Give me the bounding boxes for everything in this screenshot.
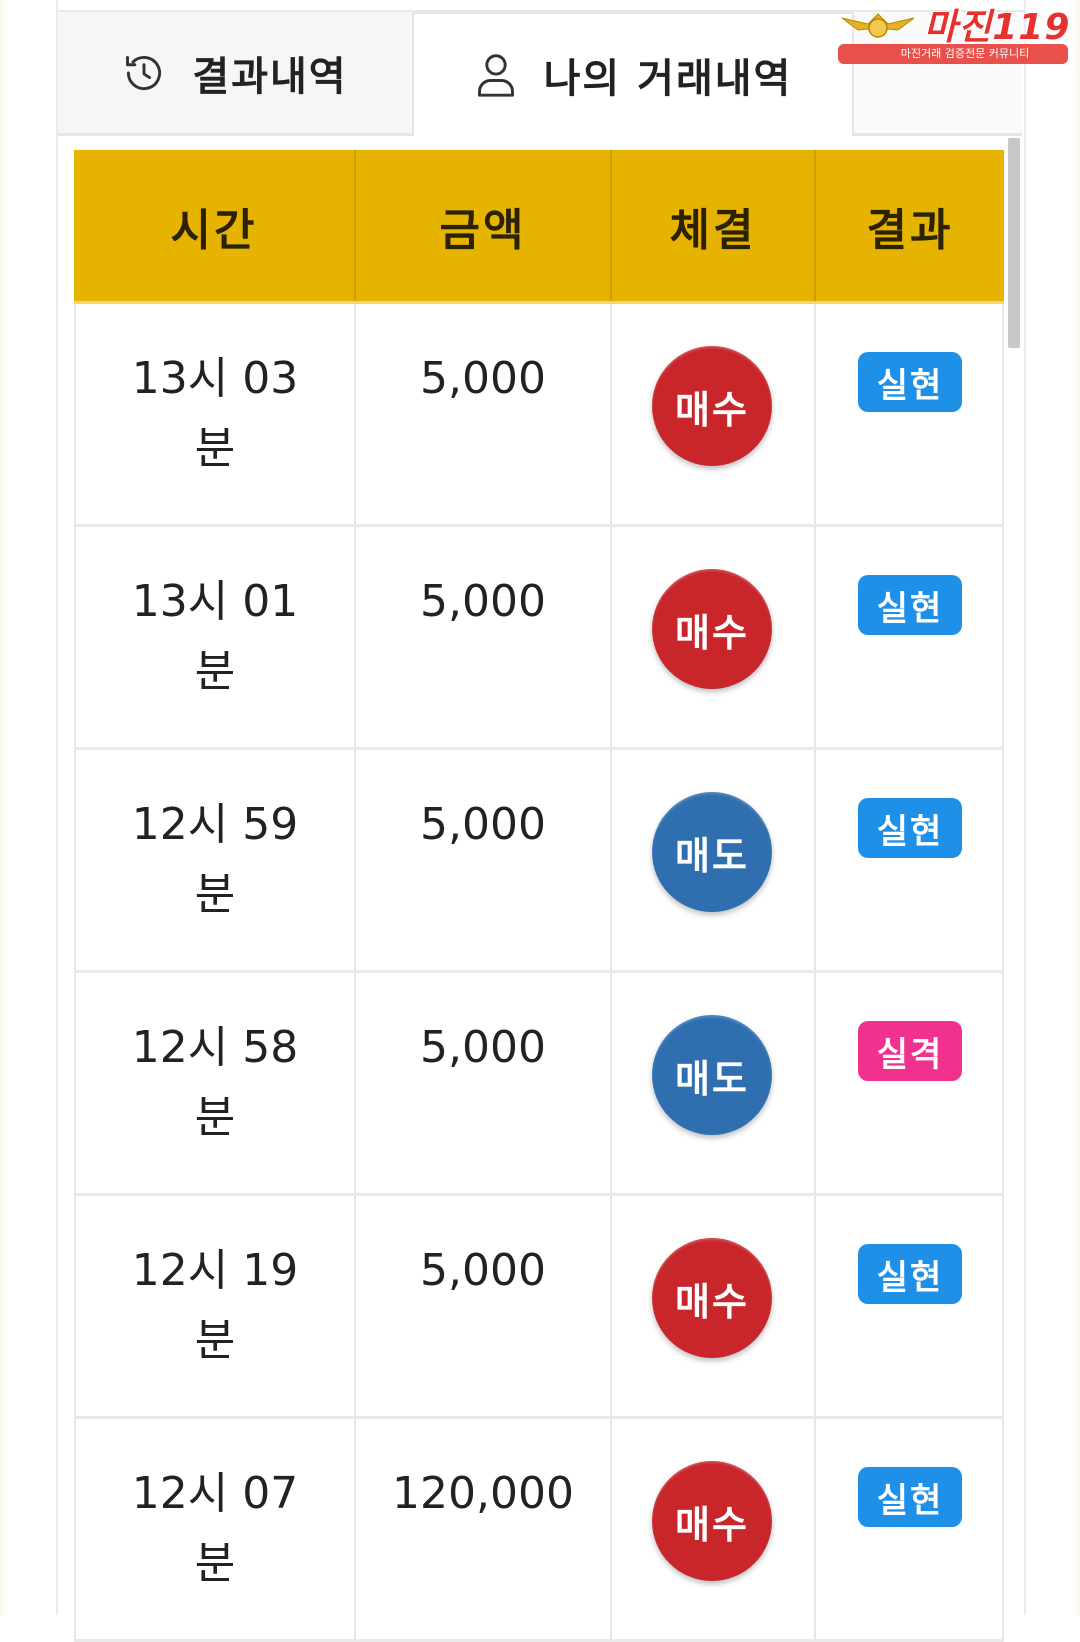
trade-amount: 120,000 xyxy=(392,1468,574,1519)
tab-history-label: 결과내역 xyxy=(192,53,348,100)
result-badge: 실현 xyxy=(858,1244,962,1304)
execution-badge: 매수 xyxy=(652,346,772,466)
site-logo: 마진119 마진거래 검증전문 커뮤니티 xyxy=(838,8,1074,64)
trade-amount: 5,000 xyxy=(420,353,546,404)
amount-cell: 5,000 xyxy=(356,973,612,1193)
amount-cell: 120,000 xyxy=(356,1419,612,1639)
result-cell: 실격 xyxy=(816,973,1004,1193)
result-badge: 실현 xyxy=(858,798,962,858)
execution-badge: 매도 xyxy=(652,792,772,912)
time-cell: 12시 19 분 xyxy=(74,1196,356,1416)
amount-cell: 5,000 xyxy=(356,1196,612,1416)
header-result: 결과 xyxy=(866,204,954,256)
table-body: 13시 03 분 5,000 매수 실현 13시 01 분 5,000 매수 실현 12시 59… xyxy=(74,304,1004,1642)
result-cell: 실현 xyxy=(816,527,1004,747)
trade-amount: 5,000 xyxy=(420,1022,546,1073)
tab-my-trades-label: 나의 거래내역 xyxy=(543,56,793,102)
amount-cell: 5,000 xyxy=(356,527,612,747)
result-cell: 실현 xyxy=(816,750,1004,970)
trade-time: 13시 01 분 xyxy=(131,576,299,697)
user-icon xyxy=(477,54,514,97)
trade-time: 12시 19 분 xyxy=(131,1245,299,1366)
table-row: 13시 01 분 5,000 매수 실현 xyxy=(74,527,1004,750)
result-badge: 실현 xyxy=(858,352,962,412)
emblem-icon xyxy=(841,13,915,38)
execution-badge: 매도 xyxy=(652,1015,772,1135)
trade-time: 12시 59 분 xyxy=(131,799,299,920)
execution-cell: 매수 xyxy=(612,304,816,524)
result-badge: 실격 xyxy=(858,1021,962,1081)
history-icon xyxy=(126,55,162,90)
time-cell: 12시 07 분 xyxy=(74,1419,356,1639)
header-time: 시간 xyxy=(74,150,356,301)
time-cell: 12시 59 분 xyxy=(74,750,356,970)
header-execution: 체결 xyxy=(612,150,816,301)
tab-my-trades[interactable]: 나의 거래내역 xyxy=(414,12,852,136)
table-row: 12시 58 분 5,000 매도 실격 xyxy=(74,973,1004,1196)
execution-cell: 매수 xyxy=(612,1419,816,1639)
table-row: 12시 07 분 120,000 매수 실현 xyxy=(74,1419,1004,1642)
trade-amount: 5,000 xyxy=(420,799,546,850)
execution-cell: 매도 xyxy=(612,750,816,970)
execution-badge: 매수 xyxy=(652,1461,772,1581)
execution-badge: 매수 xyxy=(652,1238,772,1358)
table-row: 12시 59 분 5,000 매도 실현 xyxy=(74,750,1004,973)
amount-cell: 5,000 xyxy=(356,750,612,970)
time-cell: 13시 01 분 xyxy=(74,527,356,747)
execution-cell: 매수 xyxy=(612,1196,816,1416)
trade-amount: 5,000 xyxy=(420,576,546,627)
table-header: 시간 금액 체결 결과 xyxy=(74,150,1004,304)
header-amount: 금액 xyxy=(356,150,612,301)
trade-time: 12시 07 분 xyxy=(131,1468,299,1589)
tab-history[interactable]: 결과내역 xyxy=(58,12,414,136)
logo-subtitle: 마진거래 검증전문 커뮤니티 xyxy=(838,44,1068,64)
execution-cell: 매도 xyxy=(612,973,816,1193)
trade-time: 13시 03 분 xyxy=(131,353,299,474)
logo-title: 마진119 xyxy=(924,7,1071,48)
table-row: 13시 03 분 5,000 매수 실현 xyxy=(74,304,1004,527)
result-cell: 실현 xyxy=(816,1196,1004,1416)
execution-cell: 매수 xyxy=(612,527,816,747)
trade-table: 시간 금액 체결 결과 13시 03 분 5,000 매수 실현 13시 01 분 5,0… xyxy=(74,150,1004,1642)
trade-time: 12시 58 분 xyxy=(131,1022,299,1143)
amount-cell: 5,000 xyxy=(356,304,612,524)
result-badge: 실현 xyxy=(858,1467,962,1527)
result-badge: 실현 xyxy=(858,575,962,635)
scrollbar[interactable] xyxy=(1008,138,1020,348)
execution-badge: 매수 xyxy=(652,569,772,689)
trade-amount: 5,000 xyxy=(420,1245,546,1296)
result-cell: 실현 xyxy=(816,304,1004,524)
time-cell: 12시 58 분 xyxy=(74,973,356,1193)
time-cell: 13시 03 분 xyxy=(74,304,356,524)
result-cell: 실현 xyxy=(816,1419,1004,1639)
table-row: 12시 19 분 5,000 매수 실현 xyxy=(74,1196,1004,1419)
